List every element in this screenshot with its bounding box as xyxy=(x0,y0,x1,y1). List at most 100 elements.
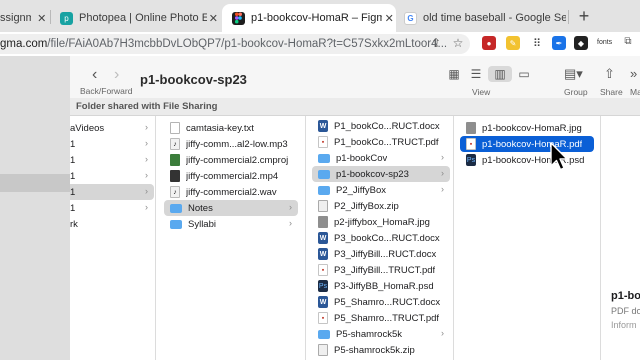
ext-pencil-icon[interactable]: ✎ xyxy=(506,36,520,50)
file-name: P5-shamrock5k.zip xyxy=(334,344,415,356)
file-row[interactable]: W P1_bookCo...RUCT.docx xyxy=(312,118,450,134)
new-tab-button[interactable]: + xyxy=(574,6,594,27)
file-row[interactable]: ▪ p1-bookcov-HomaR.pdf xyxy=(460,136,594,152)
parent-folder-row[interactable]: 1 › xyxy=(70,168,154,184)
file-row[interactable]: camtasia-key.txt xyxy=(164,120,298,136)
chevron-right-icon: › xyxy=(441,168,444,178)
file-row[interactable]: Ps P3-JiffyBB_HomaR.psd xyxy=(312,278,450,294)
file-row[interactable]: ♪ jiffy-comm...al2-low.mp3 xyxy=(164,136,298,152)
file-row[interactable]: Ps p1-bookcov-HomaR.psd xyxy=(460,152,594,168)
file-row[interactable]: P2_JiffyBox.zip xyxy=(312,198,450,214)
file-name: P5-shamrock5k xyxy=(336,328,402,340)
figma-icon xyxy=(232,11,245,25)
file-name: P3_JiffyBill...TRUCT.pdf xyxy=(334,264,436,276)
word-file-icon: W xyxy=(318,232,328,244)
file-row[interactable]: p2-jiffybox_HomaR.jpg xyxy=(312,214,450,230)
file-name: p1-bookcov-HomaR.jpg xyxy=(482,122,582,134)
file-row[interactable]: W P3_bookCo...RUCT.docx xyxy=(312,230,450,246)
parent-folder-row[interactable]: aVideos › xyxy=(70,120,154,136)
parent-folder-row[interactable]: 1 › xyxy=(70,136,154,152)
file-name: jiffy-commercial2.cmproj xyxy=(186,154,289,166)
folder-icon xyxy=(318,185,330,195)
psd-file-icon: Ps xyxy=(318,280,328,292)
file-name: jiffy-commercial2.mp4 xyxy=(186,170,279,182)
folder-icon xyxy=(318,169,330,179)
file-row[interactable]: ▪ P5_Shamro...TRUCT.pdf xyxy=(312,310,450,326)
file-row[interactable]: p1-bookCov › xyxy=(312,150,450,166)
file-row[interactable]: jiffy-commercial2.mp4 xyxy=(164,168,298,184)
finder-window: ‹ › Back/Forward p1-bookcov-sp23 ▦ ☰ ▥ ▭… xyxy=(0,56,640,360)
word-file-icon: W xyxy=(318,120,328,132)
file-name: p1-bookCov xyxy=(336,152,388,164)
file-name: camtasia-key.txt xyxy=(186,122,254,134)
parent-folder-row[interactable]: 1 › xyxy=(70,152,154,168)
pdf-file-icon: ▪ xyxy=(318,136,328,148)
close-icon[interactable]: ✕ xyxy=(207,12,220,25)
file-row[interactable]: Notes › xyxy=(164,200,298,216)
fonts-extension[interactable]: fonts xyxy=(597,39,612,46)
word-file-icon: W xyxy=(318,248,328,260)
ext-record-icon[interactable]: ● xyxy=(482,36,496,50)
file-row[interactable]: W P5_Shamro...RUCT.docx xyxy=(312,294,450,310)
icon-view-icon[interactable]: ▦ xyxy=(444,66,464,82)
tab-figma[interactable]: p1-bookcov-HomaR – Figma ✕ xyxy=(222,4,396,32)
text-file-icon xyxy=(170,122,180,134)
file-row[interactable]: ▪ P1_bookCo...TRUCT.pdf xyxy=(312,134,450,150)
parent-folder-row[interactable]: 1 › xyxy=(70,200,154,216)
ext-dark-icon[interactable]: ◆ xyxy=(574,36,588,50)
more-icon[interactable]: » xyxy=(630,66,637,81)
list-view-icon[interactable]: ☰ xyxy=(466,66,486,82)
ext-pen-icon[interactable]: ✒ xyxy=(552,36,566,50)
url-host: gma.com xyxy=(0,38,48,50)
folder-icon xyxy=(318,329,330,339)
bookmark-star-icon[interactable]: ☆ xyxy=(450,36,466,50)
column-view-icon[interactable]: ▥ xyxy=(488,66,512,82)
finder-sidebar xyxy=(0,56,70,360)
file-row[interactable]: p1-bookcov-sp23 › xyxy=(312,166,450,182)
file-name: jiffy-commercial2.wav xyxy=(186,186,277,198)
apps-grid-icon[interactable]: ⠿ xyxy=(530,36,544,50)
tab-assignments[interactable]: ssignm ✕ xyxy=(0,4,48,32)
close-icon[interactable]: ✕ xyxy=(382,12,396,25)
browser-tab-strip: ssignm ✕ p Photopea | Online Photo Edito… xyxy=(0,0,640,32)
file-name: Syllabi xyxy=(188,218,216,230)
forward-arrow-icon[interactable]: › xyxy=(114,66,119,84)
share-icon[interactable]: ⇧ xyxy=(604,66,615,82)
folder-name: aVideos xyxy=(70,122,105,134)
image-file-icon xyxy=(318,216,328,228)
tab-title: ssignm xyxy=(0,12,32,24)
finder-toolbar: ‹ › Back/Forward p1-bookcov-sp23 ▦ ☰ ▥ ▭… xyxy=(70,56,640,98)
share-page-icon[interactable]: ⇪ xyxy=(428,36,444,50)
shared-folder-banner: Folder shared with File Sharing xyxy=(70,98,640,116)
address-bar[interactable]: gma.com/file/FAiA0Ab7H3mcbbDvLObQP7/p1-b… xyxy=(0,34,470,54)
file-row[interactable]: P5-shamrock5k.zip xyxy=(312,342,450,358)
tab-photopea[interactable]: p Photopea | Online Photo Editor ✕ xyxy=(56,4,220,32)
browser-toolbar: gma.com/file/FAiA0Ab7H3mcbbDvLObQP7/p1-b… xyxy=(0,32,640,56)
file-name: Notes xyxy=(188,202,213,214)
close-icon[interactable]: ✕ xyxy=(35,12,48,25)
sidebar-selection xyxy=(0,174,70,192)
file-row[interactable]: Syllabi › xyxy=(164,216,298,232)
screen: ssignm ✕ p Photopea | Online Photo Edito… xyxy=(0,0,640,360)
extensions-puzzle-icon[interactable]: ⧉ xyxy=(620,36,636,47)
tab-google-search[interactable]: G old time baseball - Google Sea xyxy=(400,4,566,32)
word-file-icon: W xyxy=(318,296,328,308)
chevron-right-icon: › xyxy=(145,202,148,212)
file-row[interactable]: P2_JiffyBox › xyxy=(312,182,450,198)
zip-file-icon xyxy=(318,200,328,212)
preview-info: Inform xyxy=(611,320,637,330)
file-row[interactable]: jiffy-commercial2.cmproj xyxy=(164,152,298,168)
file-row[interactable]: p1-bookcov-HomaR.jpg xyxy=(460,120,594,136)
column-1: camtasia-key.txt ♪ jiffy-comm...al2-low.mp… xyxy=(156,116,306,360)
file-row[interactable]: ▪ P3_JiffyBill...TRUCT.pdf xyxy=(312,262,450,278)
file-name: P5_Shamro...TRUCT.pdf xyxy=(334,312,440,324)
back-arrow-icon[interactable]: ‹ xyxy=(92,66,97,84)
file-row[interactable]: W P3_JiffyBill...RUCT.docx xyxy=(312,246,450,262)
gallery-view-icon[interactable]: ▭ xyxy=(514,66,534,82)
group-icon[interactable]: ▤▾ xyxy=(564,66,583,82)
parent-folder-row[interactable]: rk xyxy=(70,216,154,232)
tab-title: p1-bookcov-HomaR – Figma xyxy=(251,12,383,24)
file-row[interactable]: ♪ jiffy-commercial2.wav xyxy=(164,184,298,200)
file-row[interactable]: P5-shamrock5k › xyxy=(312,326,450,342)
parent-folder-row[interactable]: 1 › xyxy=(70,184,154,200)
